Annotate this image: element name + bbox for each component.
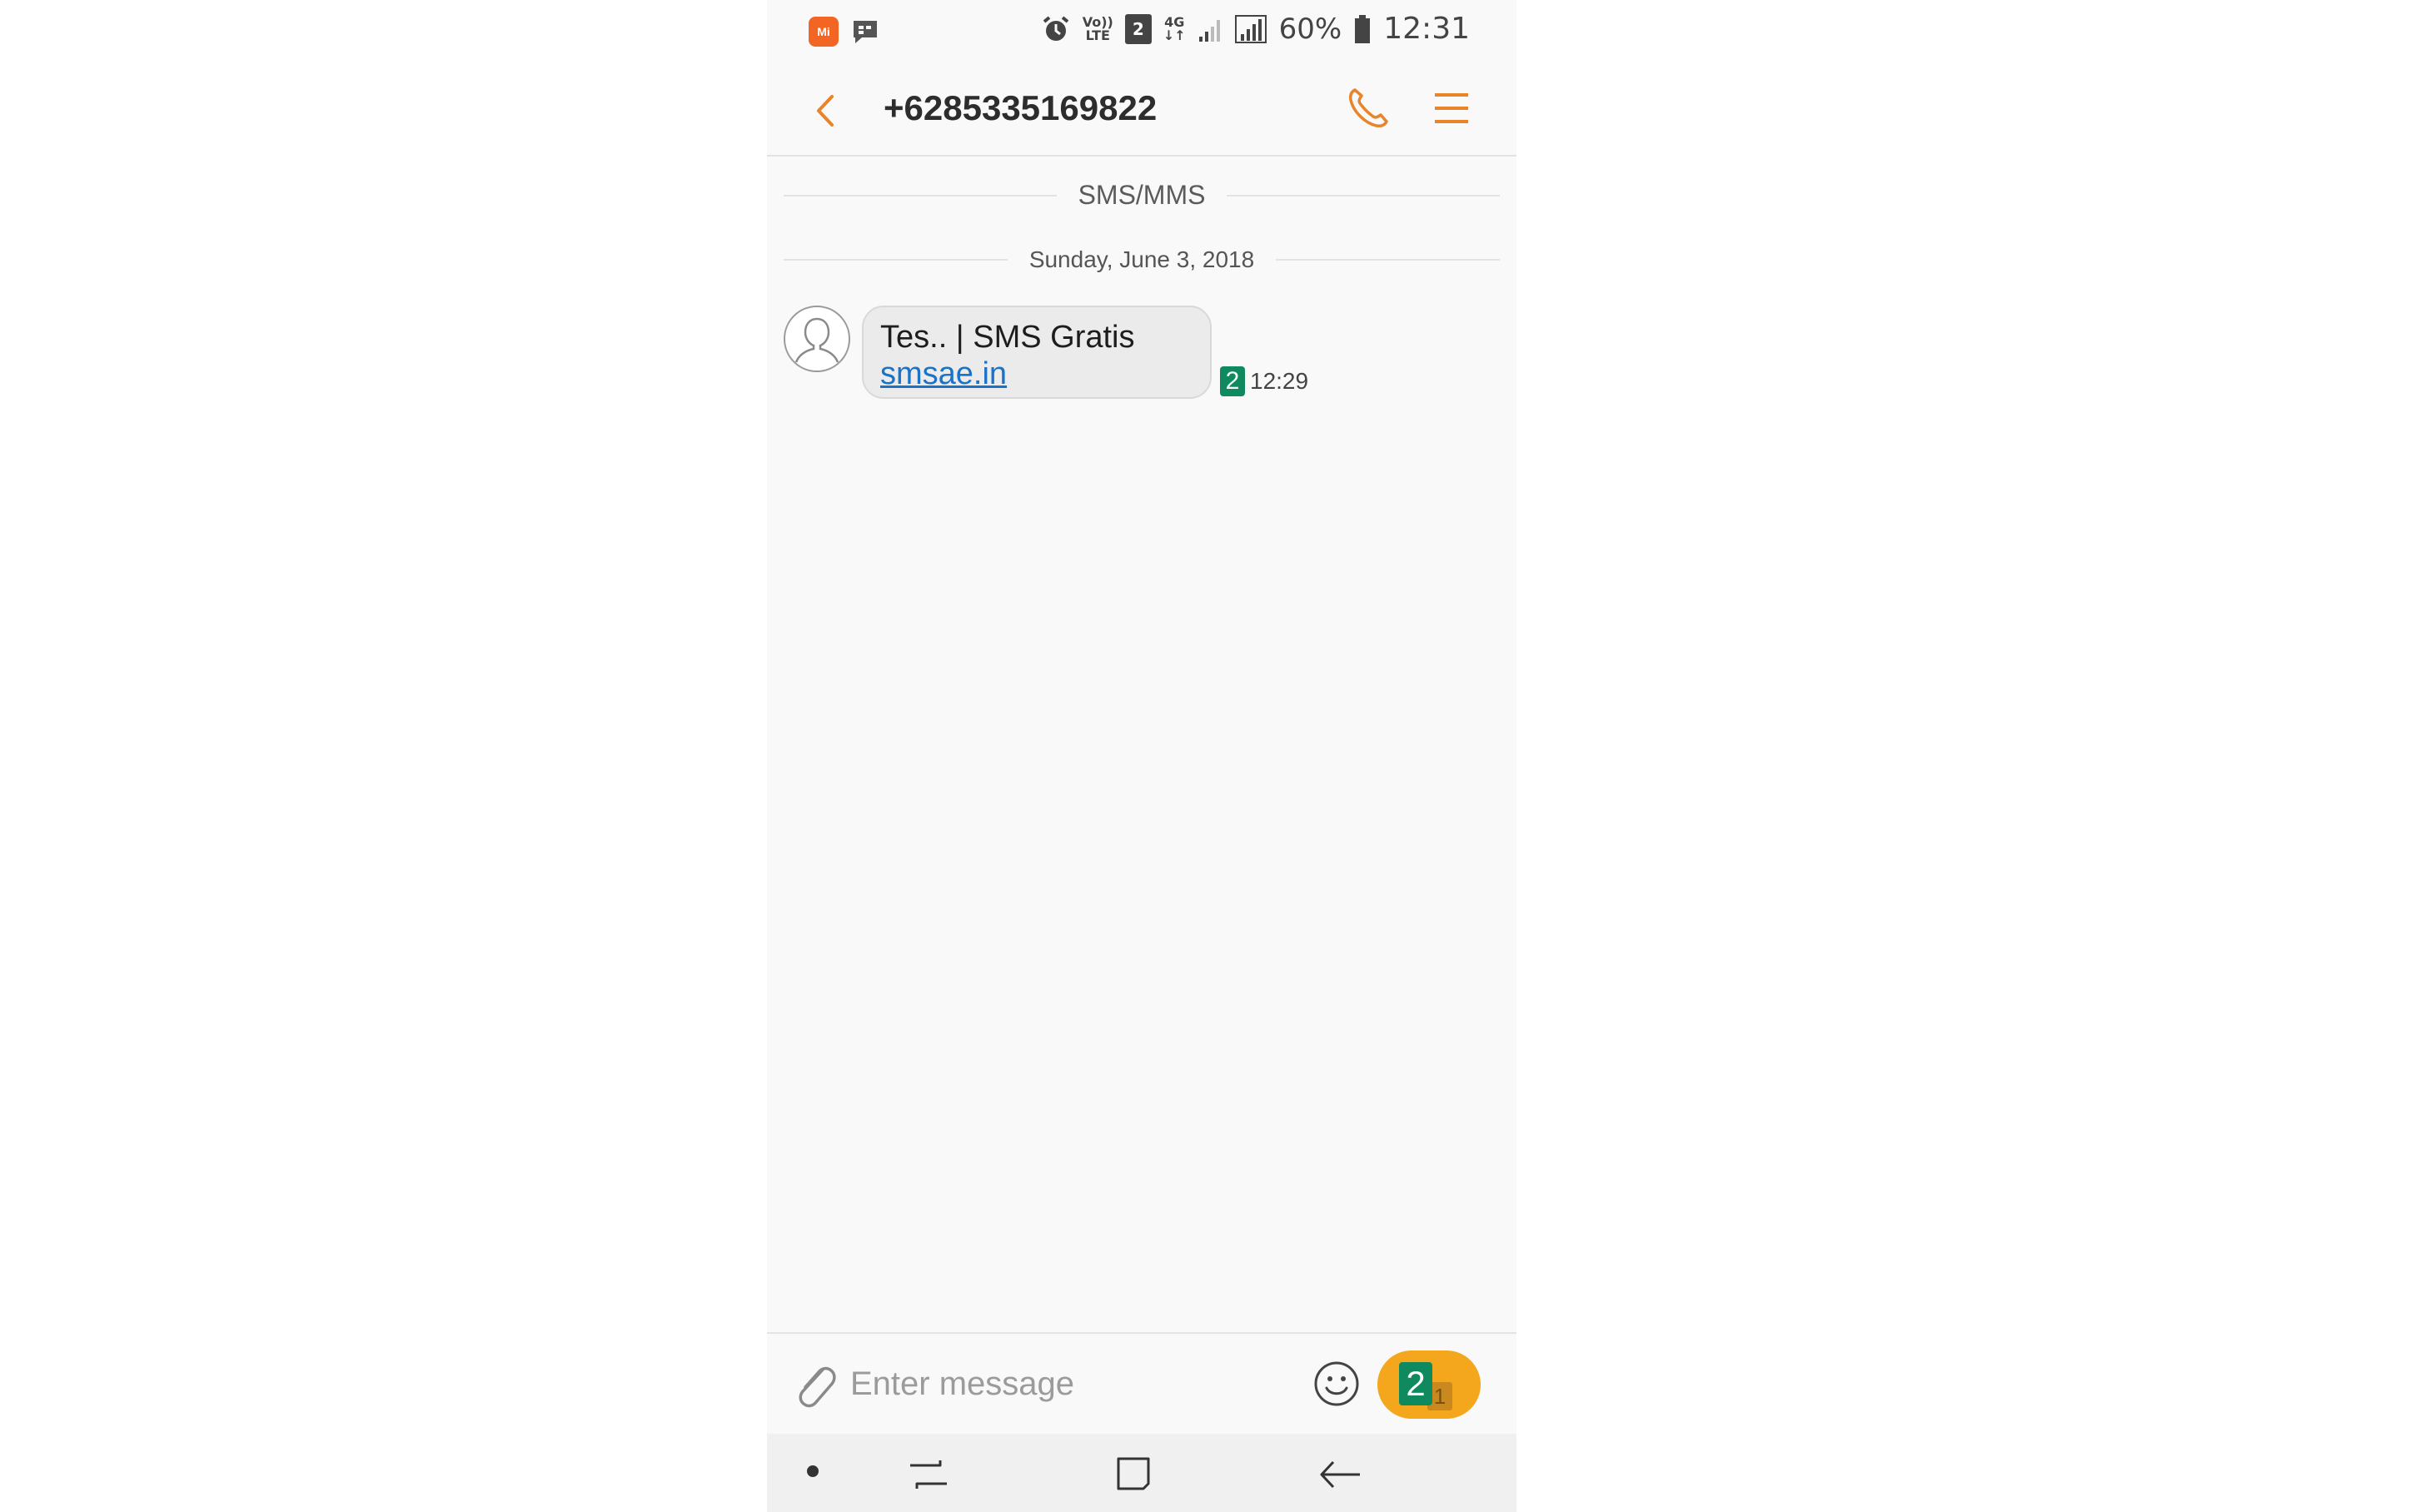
nav-dot-button[interactable]: [807, 1465, 819, 1477]
message-input[interactable]: [849, 1354, 1235, 1414]
emoji-icon[interactable]: [1312, 1359, 1362, 1409]
back-icon[interactable]: [807, 90, 849, 132]
chat-notification-icon: [854, 21, 877, 43]
contact-title: +6285335169822: [884, 88, 1158, 127]
sim-badge: 2: [1220, 366, 1245, 396]
message-composer: 1 2: [767, 1332, 1516, 1435]
signal-weak-icon: [1198, 19, 1220, 42]
conversation-header: +6285335169822: [767, 65, 1516, 157]
battery-icon: [1355, 14, 1371, 43]
status-clock: 12:31: [1383, 12, 1470, 46]
recents-icon[interactable]: [907, 1455, 950, 1494]
send-button[interactable]: 1 2: [1377, 1350, 1481, 1419]
sim-slot-icon: 2: [1124, 13, 1152, 44]
network-type-indicator: 4G ↓↑: [1163, 13, 1186, 43]
date-divider: Sunday, June 3, 2018: [784, 246, 1500, 273]
status-bar-left: Mi: [809, 17, 880, 47]
status-bar-right: Vo)) LTE 2 4G ↓↑ 60% 12:31: [1041, 12, 1470, 46]
channel-label: SMS/MMS: [1078, 180, 1206, 210]
home-icon[interactable]: [1113, 1454, 1153, 1494]
signal-strong-icon: [1234, 14, 1267, 43]
contact-avatar[interactable]: [784, 306, 850, 372]
person-icon: [794, 317, 839, 363]
message-text: Tes.. | SMS Gratis: [880, 320, 1135, 355]
battery-percentage: 60%: [1278, 12, 1342, 46]
status-bar: Mi Vo)) LTE 2 4G ↓↑ 60% 12:31: [767, 0, 1516, 65]
volte-indicator: Vo)) LTE: [1082, 13, 1113, 43]
navigation-bar: [767, 1434, 1516, 1512]
alarm-icon: [1043, 15, 1069, 41]
message-link[interactable]: smsae.in: [880, 356, 1193, 392]
menu-icon[interactable]: [1428, 85, 1475, 132]
messaging-screen: Mi Vo)) LTE 2 4G ↓↑ 60% 12:31 +628533516…: [767, 0, 1516, 1512]
date-label: Sunday, June 3, 2018: [1028, 246, 1255, 272]
send-sim-primary: 2: [1399, 1362, 1432, 1405]
phone-icon[interactable]: [1343, 83, 1393, 133]
channel-divider: SMS/MMS: [784, 180, 1501, 211]
message-bubble[interactable]: Tes.. | SMS Gratis smsae.in: [862, 306, 1212, 399]
nav-back-icon[interactable]: [1317, 1455, 1363, 1494]
message-time: 12:29: [1250, 368, 1309, 394]
attach-icon[interactable]: [790, 1357, 840, 1412]
app-notification-icon: Mi: [809, 17, 839, 47]
message-meta: 2 12:29: [1220, 366, 1308, 396]
